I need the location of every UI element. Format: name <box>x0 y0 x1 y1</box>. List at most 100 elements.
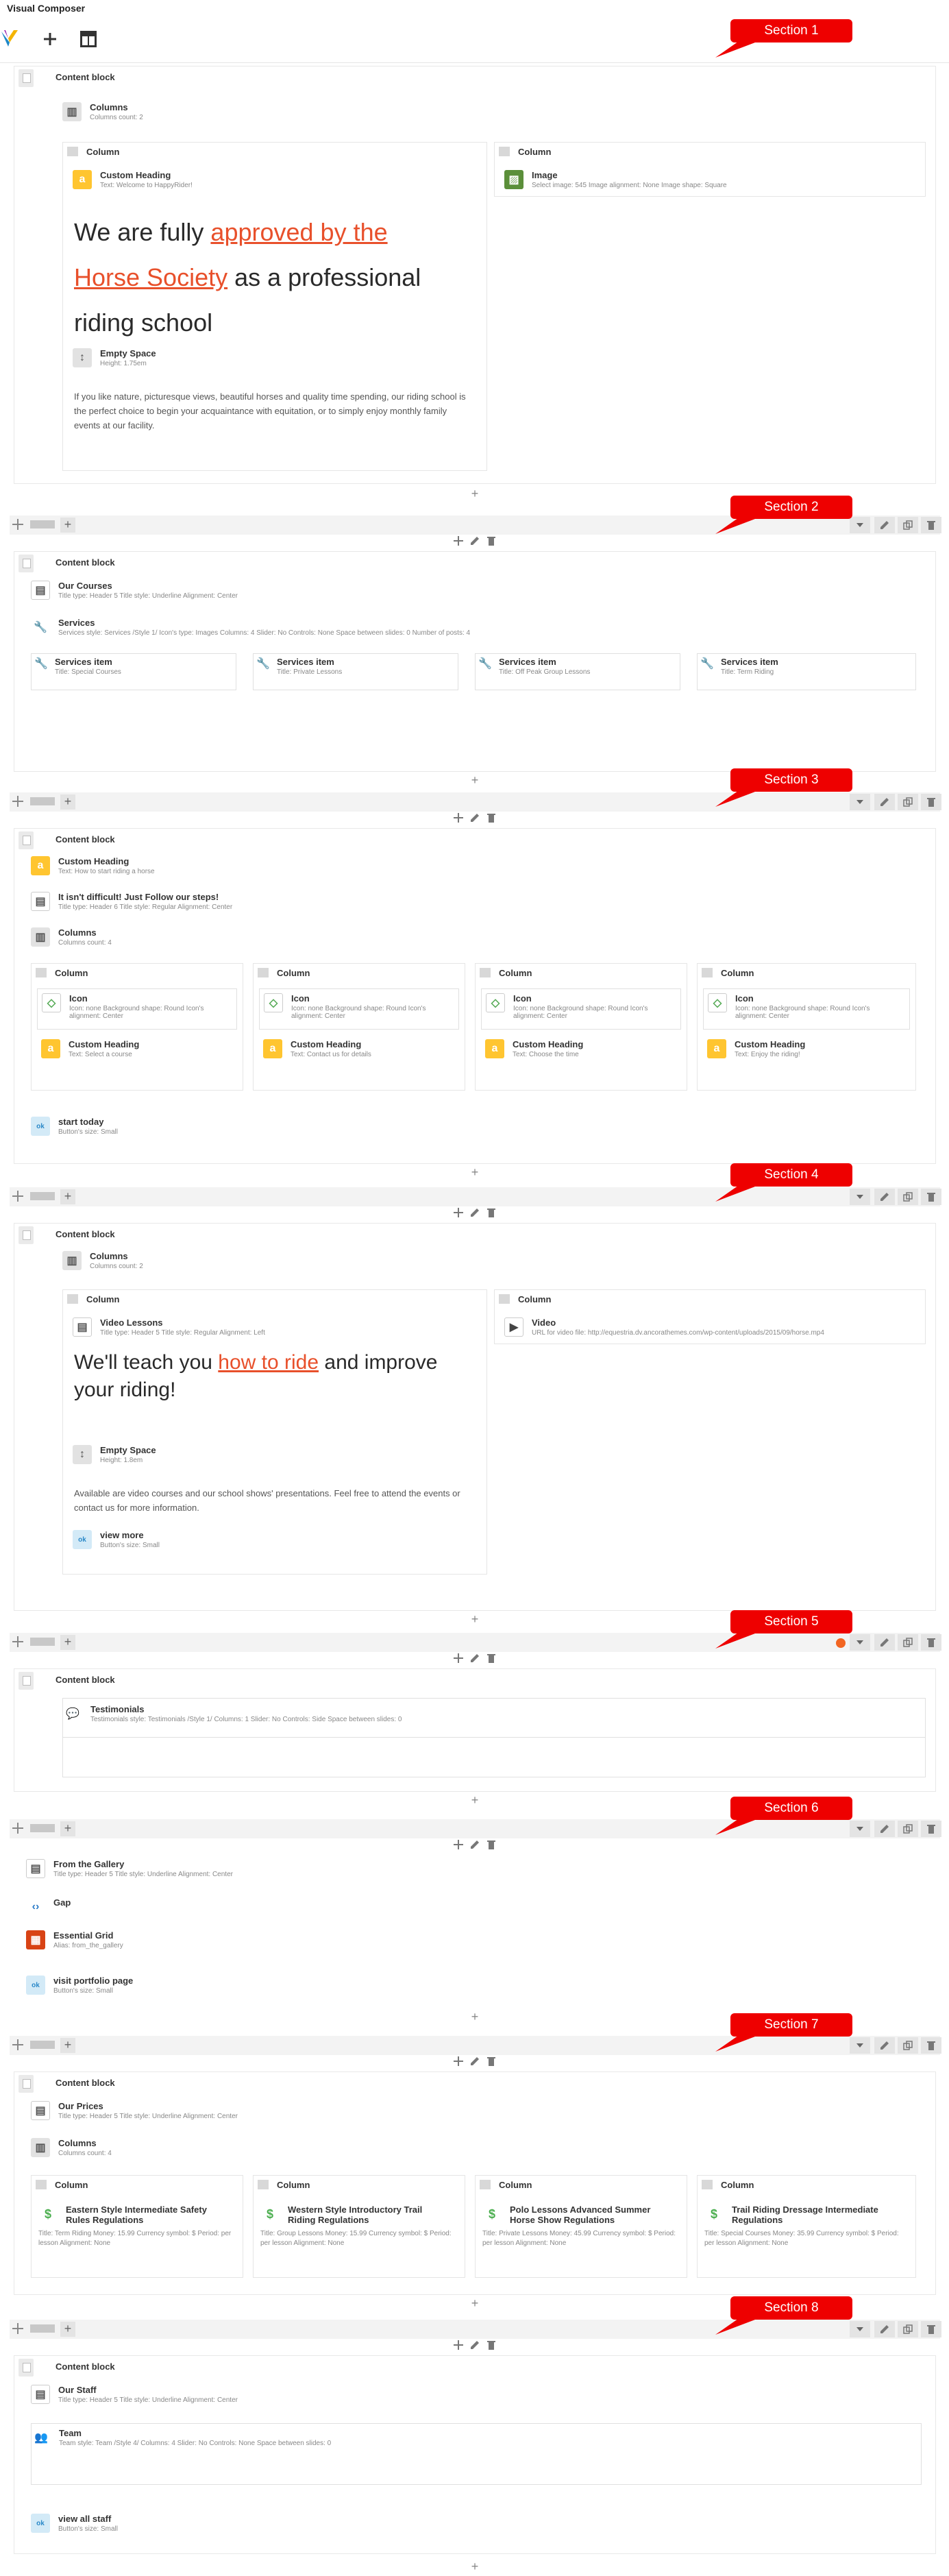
row-layout-button[interactable] <box>30 520 55 528</box>
delete-row-icon[interactable] <box>921 794 941 810</box>
services-element[interactable]: 🔧 Services Services style: Services /Sty… <box>31 618 648 645</box>
heading-element[interactable]: ▤ Our Courses Title type: Header 5 Title… <box>31 581 373 608</box>
add-column-button[interactable]: + <box>60 2038 75 2053</box>
heading-element[interactable]: ▤ From the Gallery Title type: Header 5 … <box>26 1859 369 1886</box>
heading-link[interactable]: how to ride <box>218 1351 319 1374</box>
trash-icon[interactable] <box>486 2056 497 2069</box>
row-layout-button[interactable] <box>30 1638 55 1646</box>
button-element[interactable]: ok view more Button's size: Small <box>73 1530 319 1557</box>
edit-row-icon[interactable] <box>874 794 895 810</box>
drag-handle-icon[interactable] <box>12 796 23 807</box>
button-element[interactable]: ok view all staff Button's size: Small <box>31 2514 305 2541</box>
video-element[interactable]: ▶ Video URL for video file: http://eques… <box>504 1317 915 1345</box>
team-element[interactable]: 👥 Team Team style: Team /Style 4/ Column… <box>31 2423 922 2485</box>
services-item[interactable]: 🔧 Services item Title: Off Peak Group Le… <box>475 653 680 690</box>
heading-element[interactable]: ▤ Video Lessons Title type: Header 5 Tit… <box>73 1317 347 1345</box>
heading-element[interactable]: ▤ Our Prices Title type: Header 5 Title … <box>31 2101 373 2128</box>
add-element-row[interactable]: + <box>10 2560 940 2573</box>
custom-heading-element[interactable]: a Custom Heading Text: Choose the time <box>485 1039 684 1067</box>
edit-icon[interactable] <box>469 536 480 548</box>
image-element[interactable]: ▨ Image Select image: 545 Image alignmen… <box>504 170 888 197</box>
trash-icon[interactable] <box>486 1208 497 1220</box>
delete-row-icon[interactable] <box>921 2321 941 2337</box>
add-element-button[interactable] <box>38 27 62 51</box>
drag-handle-icon[interactable] <box>12 1636 23 1647</box>
trash-icon[interactable] <box>486 1840 497 1852</box>
custom-heading-element[interactable]: a Custom Heading Text: Contact us for de… <box>263 1039 462 1067</box>
clone-row-icon[interactable] <box>898 2037 918 2054</box>
trash-icon[interactable] <box>486 536 497 548</box>
add-column-button[interactable]: + <box>60 1635 75 1650</box>
custom-heading-element[interactable]: a Custom Heading Text: Enjoy the riding! <box>707 1039 906 1067</box>
price-element[interactable]: $ Trail Riding Dressage Intermediate Reg… <box>704 2204 910 2259</box>
add-column-button[interactable]: + <box>60 518 75 533</box>
drag-handle-icon[interactable] <box>12 2039 23 2050</box>
delete-row-icon[interactable] <box>921 517 941 533</box>
services-item[interactable]: 🔧 Services item Title: Term Riding <box>697 653 916 690</box>
custom-heading-element[interactable]: a Custom Heading Text: How to start ridi… <box>31 856 373 884</box>
edit-row-icon[interactable] <box>874 2037 895 2054</box>
services-item[interactable]: 🔧 Services item Title: Special Courses <box>31 653 236 690</box>
clone-row-icon[interactable] <box>898 2321 918 2337</box>
add-element-icon[interactable] <box>453 2340 464 2353</box>
toggle-row-icon[interactable] <box>850 794 870 810</box>
toggle-row-icon[interactable] <box>850 1189 870 1205</box>
drag-handle-icon[interactable] <box>12 1823 23 1834</box>
toggle-row-icon[interactable] <box>850 517 870 533</box>
icon-element[interactable]: ◇ Icon Icon: none Background shape: Roun… <box>481 988 681 1030</box>
price-element[interactable]: $ Polo Lessons Advanced Summer Horse Sho… <box>482 2204 681 2259</box>
edit-icon[interactable] <box>469 2340 480 2353</box>
toggle-row-icon[interactable] <box>850 1634 870 1651</box>
add-element-icon[interactable] <box>453 1840 464 1852</box>
add-column-button[interactable]: + <box>60 1821 75 1836</box>
services-item[interactable]: 🔧 Services item Title: Private Lessons <box>253 653 458 690</box>
trash-icon[interactable] <box>486 1653 497 1666</box>
heading-element[interactable]: ▤ It isn't difficult! Just Follow our st… <box>31 892 373 919</box>
columns-element[interactable]: ▥ Columns Columns count: 2 <box>62 1251 268 1278</box>
button-element[interactable]: ok visit portfolio page Button's size: S… <box>26 1976 300 2003</box>
row-layout-button[interactable] <box>30 2041 55 2049</box>
edit-icon[interactable] <box>469 813 480 825</box>
clone-row-icon[interactable] <box>898 1821 918 1837</box>
row-layout-button[interactable] <box>30 2324 55 2333</box>
row-layout-button[interactable] <box>30 797 55 805</box>
custom-heading-element[interactable]: a Custom Heading Text: Select a course <box>41 1039 240 1067</box>
delete-row-icon[interactable] <box>921 1634 941 1651</box>
trash-icon[interactable] <box>486 813 497 825</box>
add-element-icon[interactable] <box>453 813 464 825</box>
toggle-row-icon[interactable] <box>850 2321 870 2337</box>
trash-icon[interactable] <box>486 2340 497 2353</box>
clone-row-icon[interactable] <box>898 1189 918 1205</box>
gap-element[interactable]: ‹› Gap <box>26 1897 232 1925</box>
button-element[interactable]: ok start today Button's size: Small <box>31 1117 305 1144</box>
edit-icon[interactable] <box>469 1653 480 1666</box>
edit-row-icon[interactable] <box>874 517 895 533</box>
icon-element[interactable]: ◇ Icon Icon: none Background shape: Roun… <box>37 988 237 1030</box>
icon-element[interactable]: ◇ Icon Icon: none Background shape: Roun… <box>703 988 910 1030</box>
columns-element[interactable]: ▥ Columns Columns count: 4 <box>31 2138 373 2165</box>
essential-grid-element[interactable]: ▦ Essential Grid Alias: from_the_gallery <box>26 1930 300 1958</box>
toggle-row-icon[interactable] <box>850 1821 870 1837</box>
clone-row-icon[interactable] <box>898 1634 918 1651</box>
edit-icon[interactable] <box>469 1840 480 1852</box>
icon-element[interactable]: ◇ Icon Icon: none Background shape: Roun… <box>259 988 459 1030</box>
price-element[interactable]: $ Eastern Style Intermediate Safety Rule… <box>38 2204 237 2259</box>
add-column-button[interactable]: + <box>60 2322 75 2337</box>
columns-element[interactable]: ▥ Columns Columns count: 4 <box>31 927 373 955</box>
add-element-icon[interactable] <box>453 2056 464 2069</box>
delete-row-icon[interactable] <box>921 1189 941 1205</box>
edit-row-icon[interactable] <box>874 1189 895 1205</box>
templates-layout-icon[interactable] <box>77 27 100 51</box>
row-layout-button[interactable] <box>30 1192 55 1200</box>
drag-handle-icon[interactable] <box>12 519 23 530</box>
delete-row-icon[interactable] <box>921 1821 941 1837</box>
drag-handle-icon[interactable] <box>12 2323 23 2334</box>
edit-row-icon[interactable] <box>874 2321 895 2337</box>
clone-row-icon[interactable] <box>898 517 918 533</box>
custom-heading-element[interactable]: a Custom Heading Text: Welcome to HappyR… <box>73 170 319 197</box>
edit-icon[interactable] <box>469 2056 480 2069</box>
testimonials-element[interactable]: 💬 Testimonials Testimonials style: Testi… <box>62 1698 926 1777</box>
edit-icon[interactable] <box>469 1208 480 1220</box>
empty-space-element[interactable]: ↕ Empty Space Height: 1.75em <box>73 348 319 376</box>
edit-row-icon[interactable] <box>874 1634 895 1651</box>
